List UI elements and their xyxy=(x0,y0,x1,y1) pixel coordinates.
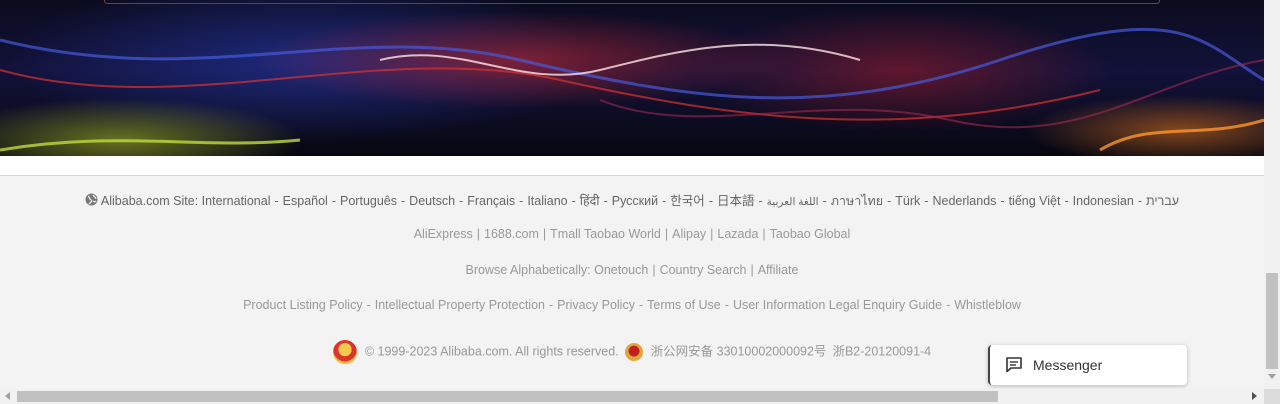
site-link-indonesian[interactable]: Indonesian xyxy=(1073,194,1134,208)
partner-link-aliexpress[interactable]: AliExpress xyxy=(414,227,473,241)
site-links-row: Alibaba.com Site: International - Español -… xyxy=(0,190,1264,211)
policy-link-privacy[interactable]: Privacy Policy xyxy=(557,298,635,312)
browse-prefix: Browse Alphabetically: xyxy=(465,263,591,277)
browse-link-affiliate[interactable]: Affiliate xyxy=(758,263,799,277)
messenger-label: Messenger xyxy=(1033,357,1103,373)
scroll-down-arrow-icon[interactable] xyxy=(1268,374,1276,379)
light-streaks-decoration xyxy=(0,27,1264,152)
site-link-portugues[interactable]: Português xyxy=(340,194,397,208)
partner-link-tmall[interactable]: Tmall Taobao World xyxy=(550,227,661,241)
site-link-francais[interactable]: Français xyxy=(467,194,515,208)
hero-frame xyxy=(104,0,1160,4)
sites-prefix: Alibaba.com Site: xyxy=(100,194,199,208)
site-link-nederlands[interactable]: Nederlands xyxy=(932,194,996,208)
browse-link-onetouch[interactable]: Onetouch xyxy=(594,263,648,277)
spacer xyxy=(0,156,1264,175)
policy-link-whistleblow[interactable]: Whistleblow xyxy=(954,298,1021,312)
site-link-thai[interactable]: ภาษาไทย xyxy=(831,194,883,208)
police-record-link[interactable]: 浙公网安备 33010002000092号 xyxy=(651,344,827,358)
site-link-vietnamese[interactable]: tiếng Việt xyxy=(1009,194,1061,208)
police-badge-icon xyxy=(624,343,643,361)
vertical-scrollbar[interactable] xyxy=(1264,0,1280,389)
policy-link-terms[interactable]: Terms of Use xyxy=(647,298,721,312)
scrollbar-corner xyxy=(1264,389,1280,404)
scroll-right-arrow-icon[interactable] xyxy=(1252,392,1257,400)
site-link-hebrew[interactable]: עברית xyxy=(1146,194,1179,208)
site-link-arabic[interactable]: اللغة العربية xyxy=(767,196,819,208)
policy-link-legal-enquiry[interactable]: User Information Legal Enquiry Guide xyxy=(733,298,942,312)
horizontal-scrollbar[interactable] xyxy=(0,389,1264,404)
policy-link-product-listing[interactable]: Product Listing Policy xyxy=(243,298,363,312)
footer-divider xyxy=(0,175,1264,176)
partner-link-1688[interactable]: 1688.com xyxy=(484,227,539,241)
site-link-hindi[interactable]: हिंदी xyxy=(580,194,600,208)
messenger-button[interactable]: Messenger xyxy=(988,345,1187,385)
partner-link-alipay[interactable]: Alipay xyxy=(672,227,706,241)
horizontal-scroll-thumb[interactable] xyxy=(17,391,998,402)
site-link-deutsch[interactable]: Deutsch xyxy=(409,194,455,208)
browse-links-row: Browse Alphabetically: Onetouch | Country … xyxy=(465,263,799,277)
hero-banner xyxy=(0,0,1264,156)
partner-links-row: AliExpress | 1688.com | Tmall Taobao World | A… xyxy=(413,227,851,241)
site-link-russian[interactable]: Pусский xyxy=(612,194,658,208)
scroll-left-arrow-icon[interactable] xyxy=(5,392,10,400)
policy-link-ip-protection[interactable]: Intellectual Property Protection xyxy=(375,298,545,312)
policy-links-row: Product Listing Policy - Intellectual Prop… xyxy=(243,298,1021,312)
globe-icon xyxy=(85,193,98,206)
site-link-korean[interactable]: 한국어 xyxy=(670,194,705,208)
partner-link-lazada[interactable]: Lazada xyxy=(717,227,758,241)
site-link-italiano[interactable]: Italiano xyxy=(527,194,567,208)
copyright-text: © 1999-2023 Alibaba.com. All rights rese… xyxy=(364,344,619,359)
partner-link-taobao-global[interactable]: Taobao Global xyxy=(770,227,851,241)
site-link-japanese[interactable]: 日本語 xyxy=(717,194,755,208)
national-emblem-icon[interactable] xyxy=(332,340,357,364)
icp-license-link[interactable]: 浙B2-20120091-4 xyxy=(832,344,931,358)
site-link-turk[interactable]: Türk xyxy=(895,194,920,208)
browse-link-country-search[interactable]: Country Search xyxy=(660,263,747,277)
vertical-scroll-thumb[interactable] xyxy=(1266,273,1278,369)
chat-icon xyxy=(1006,357,1022,373)
site-link-international[interactable]: International xyxy=(202,194,271,208)
site-link-espanol[interactable]: Español xyxy=(283,194,328,208)
